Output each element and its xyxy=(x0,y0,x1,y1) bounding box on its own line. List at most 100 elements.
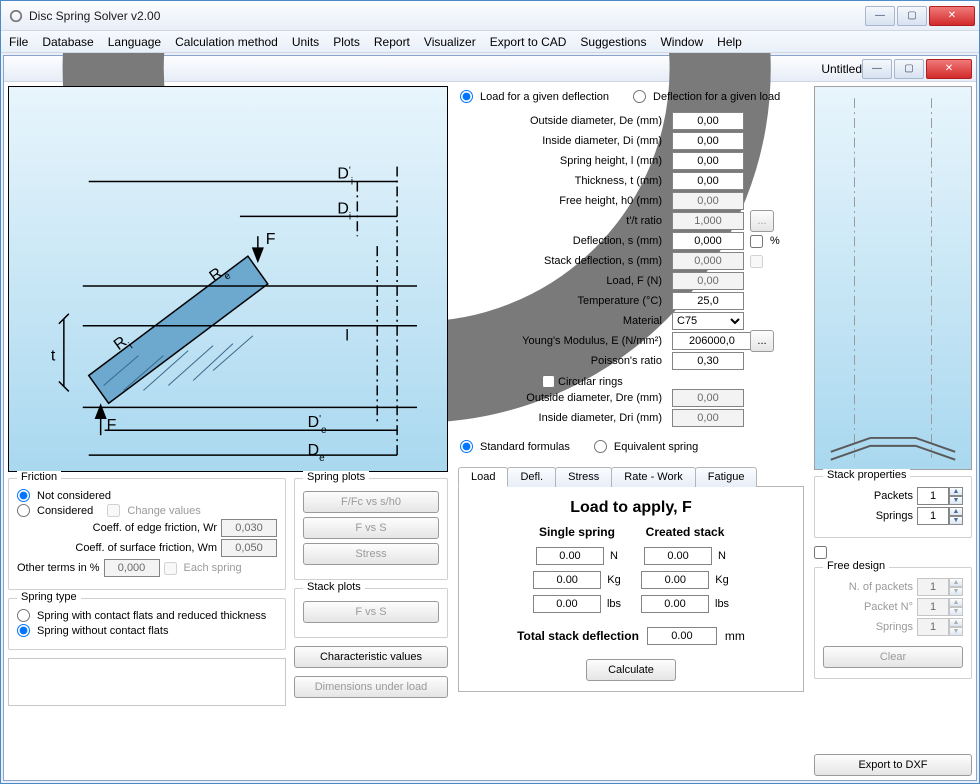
free-design-enable-check[interactable] xyxy=(814,546,827,559)
t-input[interactable] xyxy=(672,172,744,190)
friction-wr-input[interactable] xyxy=(221,519,277,537)
material-select[interactable]: C75 xyxy=(672,312,744,330)
De-input[interactable] xyxy=(672,112,744,130)
menu-database[interactable]: Database xyxy=(42,35,93,49)
menu-plots[interactable]: Plots xyxy=(333,35,360,49)
stack-n-input[interactable] xyxy=(644,547,712,565)
friction-other-input[interactable] xyxy=(104,559,160,577)
svg-text:D'e: D'e xyxy=(308,414,327,436)
single-n-input[interactable] xyxy=(536,547,604,565)
app-title: Disc Spring Solver v2.00 xyxy=(29,9,865,23)
springtype-noflats-radio[interactable] xyxy=(17,624,30,637)
menu-units[interactable]: Units xyxy=(292,35,319,49)
springs-down[interactable]: ▼ xyxy=(949,516,963,525)
s-input[interactable] xyxy=(672,232,744,250)
tab-stress[interactable]: Stress xyxy=(555,467,612,487)
single-kg-input[interactable] xyxy=(533,571,601,589)
svg-text:F: F xyxy=(107,417,117,434)
packets-spin[interactable] xyxy=(917,487,949,505)
fd-packetn-spin[interactable] xyxy=(917,598,949,616)
doc-minimize-button[interactable]: — xyxy=(862,59,892,79)
svg-text:D'i: D'i xyxy=(337,165,353,187)
spring-type-group: Spring type Spring with contact flats an… xyxy=(8,598,286,650)
friction-change-check[interactable] xyxy=(107,504,120,517)
sstack-input[interactable] xyxy=(672,252,744,270)
fd-springs-spin[interactable] xyxy=(917,618,949,636)
maximize-button[interactable]: ▢ xyxy=(897,6,927,26)
fd-clear-button[interactable]: Clear xyxy=(823,646,963,668)
titlebar: Disc Spring Solver v2.00 — ▢ ✕ xyxy=(1,1,979,31)
ratio-input[interactable] xyxy=(672,212,744,230)
document-titlebar: Untitled — ▢ ✕ xyxy=(4,56,976,82)
tab-defl[interactable]: Defl. xyxy=(507,467,556,487)
Dri-input[interactable] xyxy=(672,409,744,427)
characteristic-values-button[interactable]: Characteristic values xyxy=(294,646,448,668)
minimize-button[interactable]: — xyxy=(865,6,895,26)
svg-text:Di: Di xyxy=(337,200,351,222)
friction-considered-radio[interactable] xyxy=(17,504,30,517)
s-percent-check[interactable] xyxy=(750,235,763,248)
menu-language[interactable]: Language xyxy=(108,35,161,49)
tab-rate[interactable]: Rate - Work xyxy=(611,467,695,487)
svg-text:F: F xyxy=(266,231,276,248)
dimensions-under-load-button[interactable]: Dimensions under load xyxy=(294,676,448,698)
svg-text:t: t xyxy=(51,348,56,365)
menu-suggestions[interactable]: Suggestions xyxy=(580,35,646,49)
single-lbs-input[interactable] xyxy=(533,595,601,613)
plot-ffc-button[interactable]: F/Fc vs s/h0 xyxy=(303,491,439,513)
friction-wm-input[interactable] xyxy=(221,539,277,557)
app-icon xyxy=(9,9,23,23)
close-button[interactable]: ✕ xyxy=(929,6,975,26)
packets-up[interactable]: ▲ xyxy=(949,487,963,496)
menubar: File Database Language Calculation metho… xyxy=(1,31,979,53)
sstack-check[interactable] xyxy=(750,255,763,268)
stack-kg-input[interactable] xyxy=(641,571,709,589)
circular-rings-check[interactable] xyxy=(542,375,555,388)
equiv-spring-radio[interactable] xyxy=(594,440,607,453)
menu-help[interactable]: Help xyxy=(717,35,742,49)
doc-close-button[interactable]: ✕ xyxy=(926,59,972,79)
E-more-button[interactable]: ... xyxy=(750,330,774,352)
menu-calcmethod[interactable]: Calculation method xyxy=(175,35,278,49)
total-deflection-input[interactable] xyxy=(647,627,717,645)
loadtab-title: Load to apply, F xyxy=(467,499,795,517)
h0-input[interactable] xyxy=(672,192,744,210)
l-input[interactable] xyxy=(672,152,744,170)
mode-deflection-radio[interactable] xyxy=(633,90,646,103)
free-design-group: Free design N. of packets ▲▼ Packet N° ▲… xyxy=(814,567,972,679)
plot-stress-button[interactable]: Stress xyxy=(303,543,439,565)
temp-input[interactable] xyxy=(672,292,744,310)
menu-report[interactable]: Report xyxy=(374,35,410,49)
tab-fatigue[interactable]: Fatigue xyxy=(695,467,758,487)
menu-window[interactable]: Window xyxy=(660,35,703,49)
F-input[interactable] xyxy=(672,272,744,290)
friction-not-considered-radio[interactable] xyxy=(17,489,30,502)
nu-input[interactable] xyxy=(672,352,744,370)
springtype-flats-radio[interactable] xyxy=(17,609,30,622)
stackplot-fvs-button[interactable]: F vs S xyxy=(303,601,439,623)
springs-up[interactable]: ▲ xyxy=(949,507,963,516)
std-formulas-radio[interactable] xyxy=(460,440,473,453)
Dre-input[interactable] xyxy=(672,389,744,407)
friction-each-check[interactable] xyxy=(164,562,177,575)
mode-load-radio[interactable] xyxy=(460,90,473,103)
menu-file[interactable]: File xyxy=(9,35,28,49)
menu-visualizer[interactable]: Visualizer xyxy=(424,35,476,49)
Di-input[interactable] xyxy=(672,132,744,150)
calculate-button[interactable]: Calculate xyxy=(586,659,676,681)
tab-body: Load to apply, F Single spring N Kg lbs … xyxy=(458,486,804,692)
status-box xyxy=(8,658,286,706)
ratio-more-button[interactable]: ... xyxy=(750,210,774,232)
packets-down[interactable]: ▼ xyxy=(949,496,963,505)
svg-text:De: De xyxy=(308,442,326,464)
doc-maximize-button[interactable]: ▢ xyxy=(894,59,924,79)
E-input[interactable] xyxy=(672,332,752,350)
menu-export[interactable]: Export to CAD xyxy=(490,35,567,49)
plot-fvs-button[interactable]: F vs S xyxy=(303,517,439,539)
fd-packets-spin[interactable] xyxy=(917,578,949,596)
export-dxf-button[interactable]: Export to DXF xyxy=(814,754,972,776)
stack-properties-group: Stack properties Packets ▲▼ Springs ▲▼ xyxy=(814,476,972,538)
stack-lbs-input[interactable] xyxy=(641,595,709,613)
tab-load[interactable]: Load xyxy=(458,467,508,487)
springs-spin[interactable] xyxy=(917,507,949,525)
